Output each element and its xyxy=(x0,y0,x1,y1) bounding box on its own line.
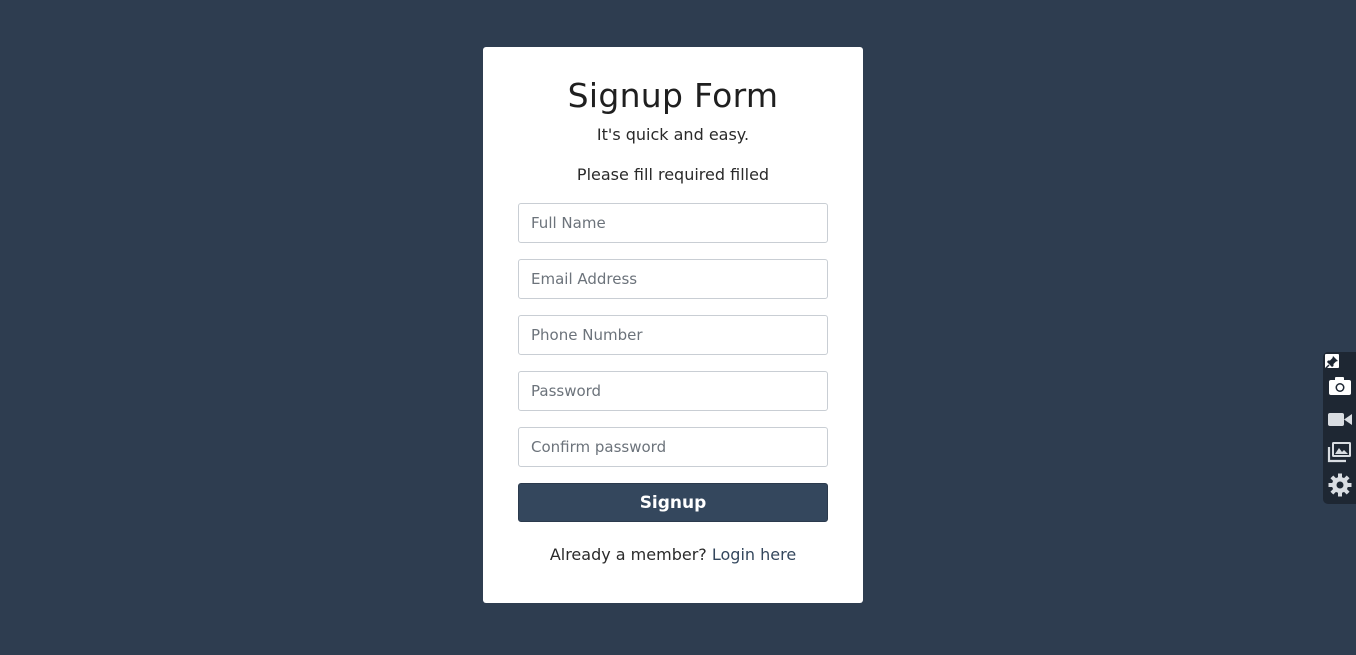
full-name-input[interactable] xyxy=(518,203,828,243)
signup-button[interactable]: Signup xyxy=(518,483,828,522)
pin-icon[interactable] xyxy=(1325,354,1339,369)
password-input[interactable] xyxy=(518,371,828,411)
login-prompt: Already a member? Login here xyxy=(483,544,863,566)
phone-number-input[interactable] xyxy=(518,315,828,355)
already-member-text: Already a member? xyxy=(549,545,707,564)
login-link[interactable]: Login here xyxy=(712,545,796,564)
signup-card: Signup Form It's quick and easy. Please … xyxy=(483,47,863,603)
video-icon[interactable] xyxy=(1327,406,1353,432)
email-address-input[interactable] xyxy=(518,259,828,299)
gear-icon[interactable] xyxy=(1327,472,1353,498)
gallery-icon[interactable] xyxy=(1327,439,1353,465)
form-subtitle: It's quick and easy. xyxy=(596,125,750,144)
capture-toolbar xyxy=(1323,352,1356,504)
camera-icon[interactable] xyxy=(1327,373,1353,399)
required-notice: Please fill required filled xyxy=(576,165,770,184)
form-title: Signup Form xyxy=(567,76,779,115)
confirm-password-input[interactable] xyxy=(518,427,828,467)
